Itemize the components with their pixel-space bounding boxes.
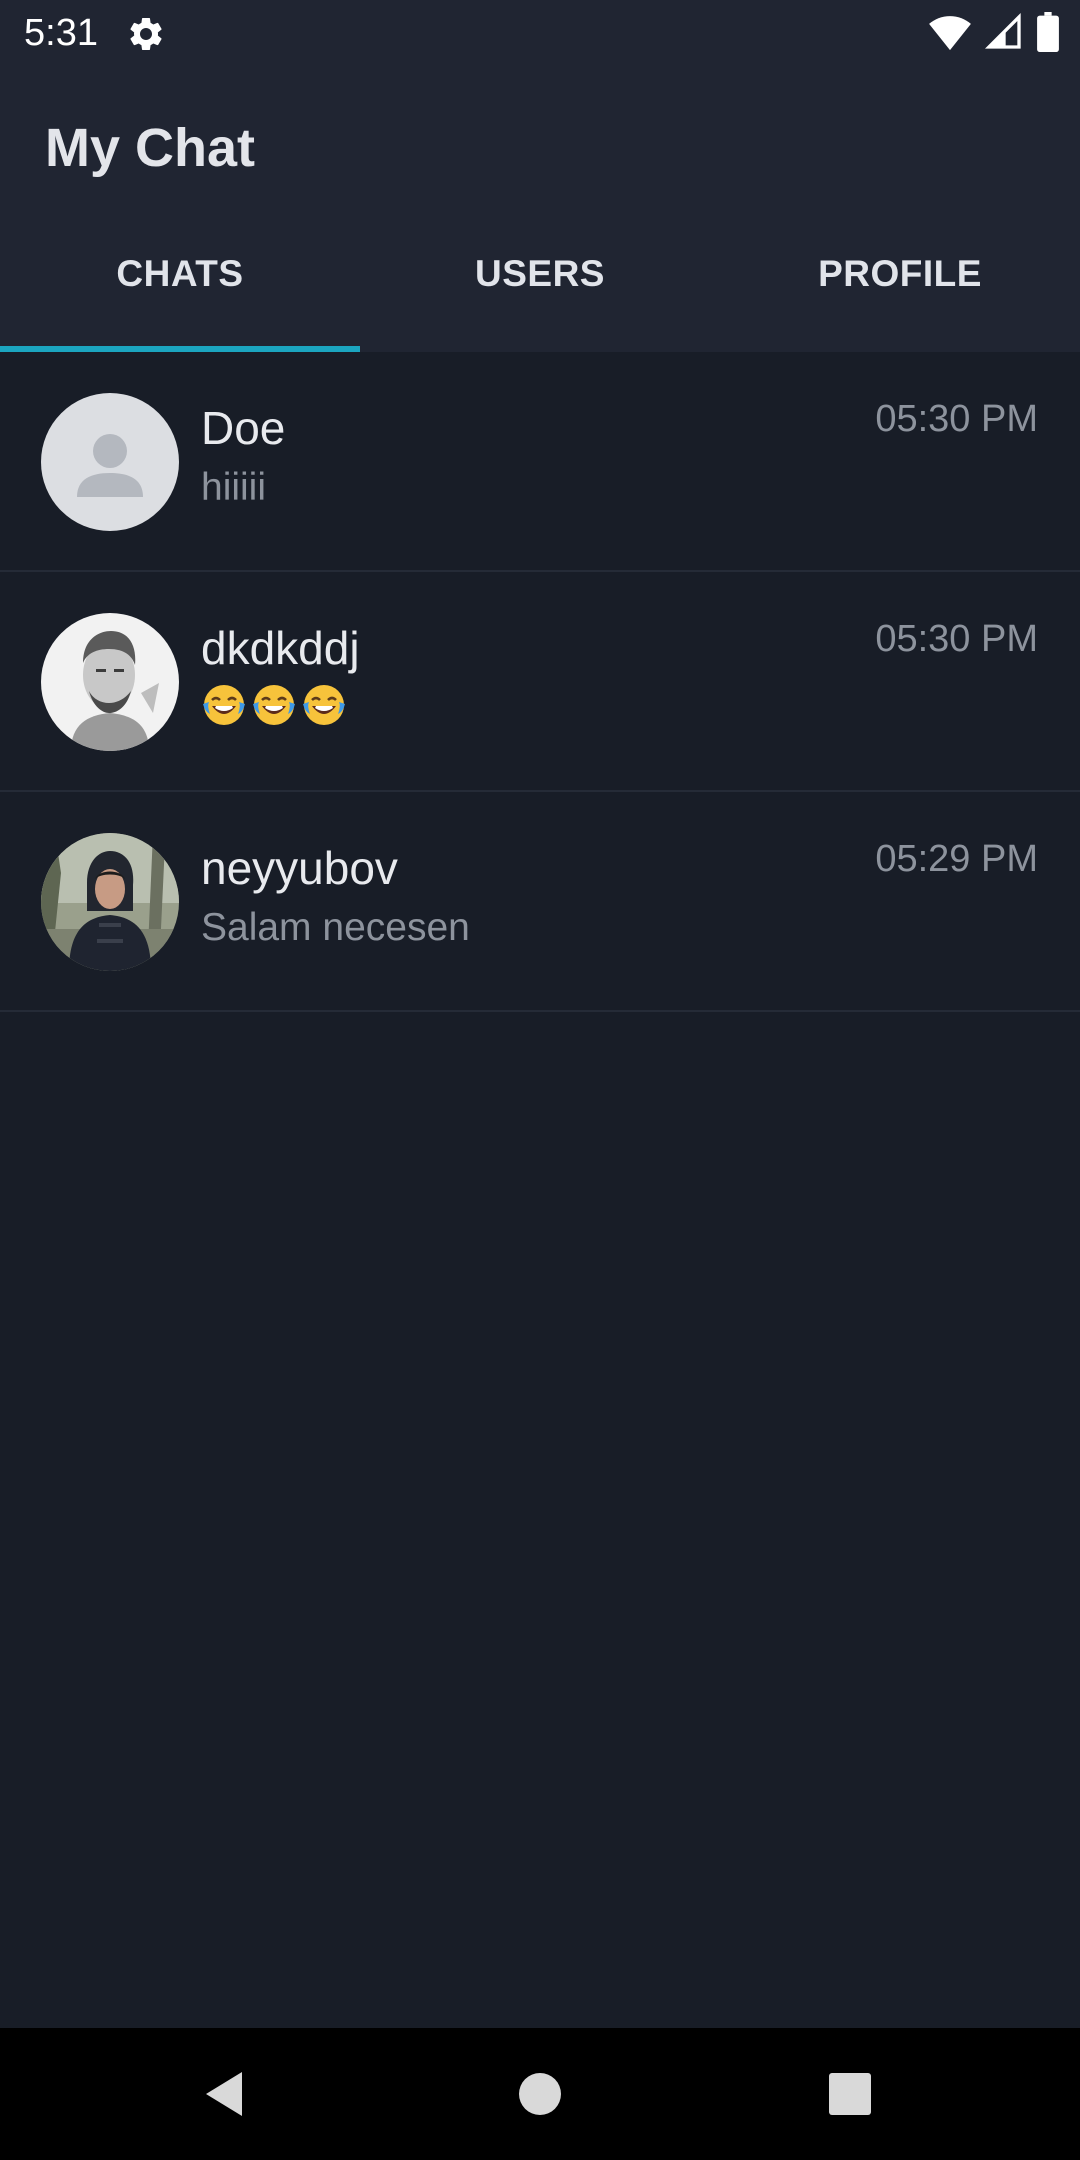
chat-name: neyyubov <box>201 842 398 894</box>
home-icon[interactable] <box>508 2062 572 2126</box>
battery-icon <box>1036 11 1060 57</box>
tab-chats[interactable]: CHATS <box>0 222 360 352</box>
wifi-icon <box>928 12 972 57</box>
tab-profile[interactable]: PROFILE <box>720 222 1080 352</box>
portrait-photo <box>41 613 179 751</box>
cellular-signal-icon <box>984 12 1024 57</box>
chat-last-message: Salam necesen <box>201 906 470 949</box>
status-time: 5:31 <box>24 12 98 54</box>
chat-time: 05:30 PM <box>875 618 1038 660</box>
screen: 5:31 My Chat CHATS USERS PROFILE Doe hii… <box>0 0 1080 2160</box>
chat-last-message: hiiiii <box>201 466 267 509</box>
emoji-laughing-icon <box>251 682 297 740</box>
emoji-laughing-icon <box>301 682 347 740</box>
tab-label: PROFILE <box>818 253 982 294</box>
chat-list-item[interactable]: Doe hiiiii 05:30 PM <box>0 352 1080 572</box>
app-title: My Chat <box>45 118 256 178</box>
chat-name: dkdkddj <box>201 622 360 674</box>
chat-time: 05:29 PM <box>875 838 1038 880</box>
back-icon[interactable] <box>196 2062 260 2126</box>
system-nav-bar <box>0 2028 1080 2160</box>
status-icons <box>928 11 1060 57</box>
tab-users[interactable]: USERS <box>360 222 720 352</box>
chat-last-message <box>201 682 347 740</box>
tab-bar: CHATS USERS PROFILE <box>0 222 1080 352</box>
chat-list-item[interactable]: neyyubov Salam necesen 05:29 PM <box>0 792 1080 1012</box>
recents-icon[interactable] <box>818 2062 882 2126</box>
status-bar: 5:31 <box>0 0 1080 66</box>
chat-list-item[interactable]: dkdkddj 05:30 PM <box>0 572 1080 792</box>
tab-label: USERS <box>475 253 605 294</box>
emoji-laughing-icon <box>201 682 247 740</box>
tab-label: CHATS <box>116 253 244 294</box>
default-avatar-icon <box>41 393 179 531</box>
chat-name: Doe <box>201 402 286 454</box>
chat-list: Doe hiiiii 05:30 PM dkdkddj 05:30 PM ney… <box>0 352 1080 1012</box>
outdoor-photo <box>41 833 179 971</box>
chat-time: 05:30 PM <box>875 398 1038 440</box>
settings-icon <box>126 14 166 54</box>
